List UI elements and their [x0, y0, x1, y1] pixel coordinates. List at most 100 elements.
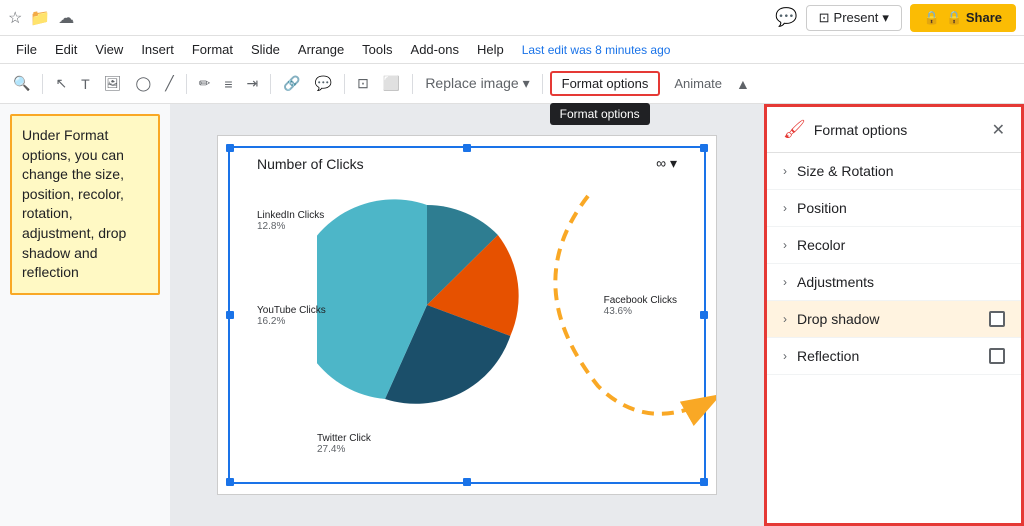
- format-options-label: Format options: [562, 76, 649, 91]
- animate-button[interactable]: Animate: [664, 73, 732, 94]
- chevron-icon-0: ›: [783, 164, 787, 178]
- panel-label-3: Adjustments: [797, 274, 874, 290]
- cursor-btn[interactable]: ↖: [50, 72, 72, 95]
- star-icon[interactable]: ☆: [8, 8, 22, 28]
- separator-6: [542, 74, 543, 94]
- panel-label-0: Size & Rotation: [797, 163, 894, 179]
- toolbar: 🔍 ↖ T 🖼 ◯ ╱ ✏ ≡ ⇥ 🔗 💬 ⊡ ⬜ Replace image …: [0, 64, 1024, 104]
- slide-area[interactable]: Number of Clicks ∞ ▾ LinkedIn Clicks: [170, 104, 764, 526]
- chevron-icon-5: ›: [783, 349, 787, 363]
- panel-item-recolor[interactable]: › Recolor: [767, 227, 1021, 264]
- pen-btn[interactable]: ✏: [194, 72, 216, 95]
- chevron-up-button[interactable]: ▲: [736, 76, 750, 92]
- last-edit-text: Last edit was 8 minutes ago: [522, 43, 671, 57]
- line-btn[interactable]: ╱: [160, 72, 178, 95]
- panel-item-dropshadow[interactable]: › Drop shadow: [767, 301, 1021, 338]
- menu-help[interactable]: Help: [469, 40, 512, 59]
- menu-slide[interactable]: Slide: [243, 40, 288, 59]
- annotation-box: Under Format options, you can change the…: [10, 114, 160, 295]
- top-bar-left: ☆ 📁 ☁: [8, 8, 74, 28]
- menu-file[interactable]: File: [8, 40, 45, 59]
- lines-btn[interactable]: ≡: [219, 73, 237, 95]
- comment-tb-btn[interactable]: 💬: [310, 72, 337, 95]
- lock-icon: 🔒: [924, 10, 940, 26]
- share-button[interactable]: 🔒 🔒 Share: [910, 4, 1016, 32]
- pie-chart-svg: [317, 195, 537, 415]
- main-area: Under Format options, you can change the…: [0, 104, 1024, 526]
- replace-image-btn[interactable]: Replace image ▾: [420, 72, 534, 95]
- present-icon: ⊡: [819, 10, 830, 26]
- indent-btn[interactable]: ⇥: [242, 72, 264, 95]
- close-panel-button[interactable]: ✕: [992, 120, 1005, 140]
- zoom-out-btn[interactable]: 🔍: [8, 72, 35, 95]
- panel-item-left-2: › Recolor: [783, 237, 845, 253]
- panel-item-left-4: › Drop shadow: [783, 311, 880, 327]
- folder-icon[interactable]: 📁: [30, 8, 50, 28]
- menu-view[interactable]: View: [87, 40, 131, 59]
- chevron-icon-2: ›: [783, 238, 787, 252]
- separator-2: [186, 74, 187, 94]
- handle-tl[interactable]: [226, 144, 234, 152]
- panel-label-4: Drop shadow: [797, 311, 880, 327]
- crop-btn[interactable]: ⊡: [352, 72, 374, 95]
- present-button[interactable]: ⊡ Present ▾: [806, 5, 902, 31]
- slide-canvas: Number of Clicks ∞ ▾ LinkedIn Clicks: [217, 135, 717, 495]
- panel-item-size-rotation[interactable]: › Size & Rotation: [767, 153, 1021, 190]
- right-panel-header: 🖌 Format options ✕: [767, 107, 1021, 153]
- menu-edit[interactable]: Edit: [47, 40, 85, 59]
- comment-button[interactable]: 💬: [775, 7, 797, 28]
- handle-bl[interactable]: [226, 478, 234, 486]
- chevron-icon-3: ›: [783, 275, 787, 289]
- handle-ml[interactable]: [226, 311, 234, 319]
- dropshadow-checkbox[interactable]: [989, 311, 1005, 327]
- panel-label-2: Recolor: [797, 237, 845, 253]
- label-youtube: YouTube Clicks 16.2%: [257, 305, 326, 327]
- format-options-button[interactable]: Format options: [550, 71, 661, 96]
- menu-arrange[interactable]: Arrange: [290, 40, 352, 59]
- chevron-icon-4: ›: [783, 312, 787, 326]
- share-label: 🔒 Share: [946, 10, 1002, 26]
- chart-controls: ∞ ▾: [656, 155, 677, 172]
- reflection-checkbox[interactable]: [989, 348, 1005, 364]
- link-btn[interactable]: 🔗: [278, 72, 305, 95]
- cloud-icon[interactable]: ☁: [58, 8, 74, 28]
- panel-item-reflection[interactable]: › Reflection: [767, 338, 1021, 375]
- menu-tools[interactable]: Tools: [354, 40, 400, 59]
- chevron-icon-1: ›: [783, 201, 787, 215]
- handle-tr[interactable]: [700, 144, 708, 152]
- handle-br[interactable]: [700, 478, 708, 486]
- right-panel-title: 🖌 Format options: [783, 119, 907, 140]
- menu-insert[interactable]: Insert: [133, 40, 182, 59]
- panel-label-1: Position: [797, 200, 847, 216]
- separator-4: [344, 74, 345, 94]
- separator-1: [42, 74, 43, 94]
- separator-3: [270, 74, 271, 94]
- label-facebook: Facebook Clicks 43.6%: [604, 295, 677, 317]
- panel-item-left-0: › Size & Rotation: [783, 163, 894, 179]
- label-twitter: Twitter Click 27.4%: [317, 433, 371, 455]
- handle-tc[interactable]: [463, 144, 471, 152]
- left-panel: Under Format options, you can change the…: [0, 104, 170, 526]
- panel-item-adjustments[interactable]: › Adjustments: [767, 264, 1021, 301]
- text-btn[interactable]: T: [76, 73, 95, 95]
- shape-btn[interactable]: ◯: [131, 72, 157, 95]
- format-panel-icon: 🖌: [783, 119, 806, 140]
- panel-item-left-3: › Adjustments: [783, 274, 874, 290]
- right-panel-title-text: Format options: [814, 122, 907, 138]
- separator-5: [412, 74, 413, 94]
- present-dropdown-icon: ▾: [882, 10, 889, 26]
- annotation-text: Under Format options, you can change the…: [22, 127, 126, 280]
- menu-bar: File Edit View Insert Format Slide Arran…: [0, 36, 1024, 64]
- handle-bc[interactable]: [463, 478, 471, 486]
- top-bar-right: 💬 ⊡ Present ▾ 🔒 🔒 Share: [775, 4, 1016, 32]
- top-bar: ☆ 📁 ☁ 💬 ⊡ Present ▾ 🔒 🔒 Share: [0, 0, 1024, 36]
- menu-addons[interactable]: Add-ons: [403, 40, 467, 59]
- panel-item-position[interactable]: › Position: [767, 190, 1021, 227]
- image-btn[interactable]: 🖼: [99, 72, 127, 95]
- panel-item-left-5: › Reflection: [783, 348, 859, 364]
- handle-mr[interactable]: [700, 311, 708, 319]
- menu-format[interactable]: Format: [184, 40, 241, 59]
- panel-item-left-1: › Position: [783, 200, 847, 216]
- mask-btn[interactable]: ⬜: [378, 72, 405, 95]
- label-linkedin: LinkedIn Clicks 12.8%: [257, 210, 324, 232]
